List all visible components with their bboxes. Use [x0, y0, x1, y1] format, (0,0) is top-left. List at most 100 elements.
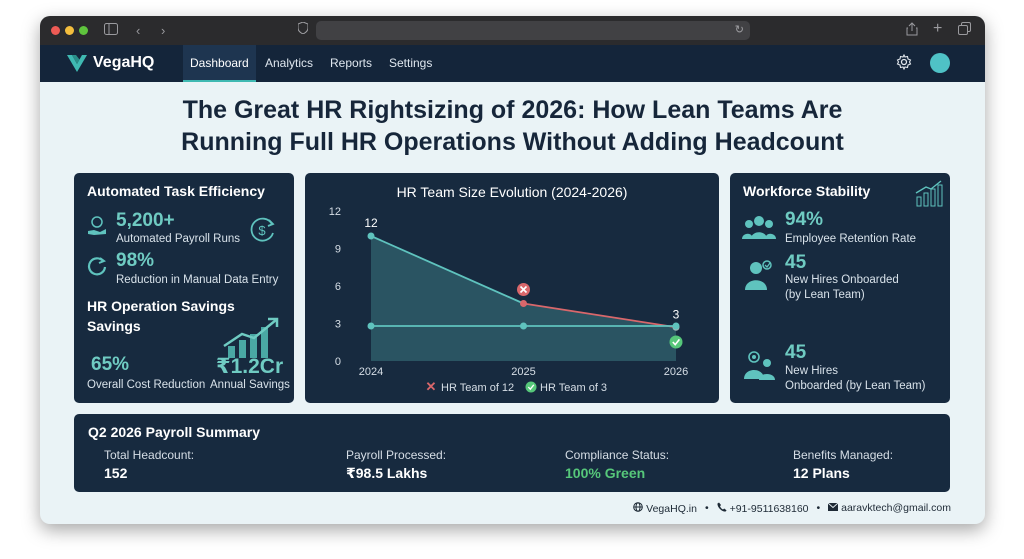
phone-icon — [717, 502, 727, 512]
vega-logo-icon — [67, 55, 87, 72]
new-tab-icon[interactable]: + — [933, 20, 942, 37]
dollar-cycle-icon: $ — [247, 215, 277, 250]
headcount-label: Total Headcount: — [104, 448, 195, 462]
benefits-label: Benefits Managed: — [793, 448, 894, 462]
share-icon[interactable] — [906, 22, 918, 40]
legend-check-icon — [525, 381, 537, 393]
data-label: 12 — [364, 216, 378, 230]
data-point-team-of-12 — [520, 300, 527, 307]
stability-card: Workforce Stability 94% Employee Retenti… — [730, 173, 950, 403]
payroll-runs-value: 5,200+ — [116, 210, 175, 231]
hires-secondary-label-2: Onboarded (by Lean Team) — [785, 380, 926, 392]
annual-savings-label: Annual Savings — [210, 379, 290, 391]
brand-logo[interactable]: VegaHQ — [66, 53, 154, 73]
compliance-label: Compliance Status: — [565, 448, 670, 462]
check-mark-icon — [669, 335, 683, 349]
separator: • — [704, 502, 709, 514]
forward-arrow-icon[interactable]: › — [161, 22, 165, 39]
data-point-team-of-12 — [367, 232, 375, 240]
address-bar[interactable]: ↻ — [297, 21, 750, 40]
y-tick-label: 9 — [335, 244, 341, 256]
back-arrow-icon[interactable]: ‹ — [136, 22, 140, 39]
sidebar-toggle-icon[interactable] — [104, 22, 118, 39]
shield-icon — [297, 21, 309, 37]
tabs-overview-icon[interactable] — [958, 22, 971, 39]
payroll-hand-icon — [86, 215, 108, 242]
headcount-value: 152 — [104, 465, 128, 481]
payroll-processed-label: Payroll Processed: — [346, 448, 447, 462]
reduction-label: Reduction in Manual Data Entry — [116, 274, 279, 286]
close-window-button[interactable] — [51, 26, 60, 35]
maximize-window-button[interactable] — [79, 26, 88, 35]
headline-line-1: The Great HR Rightsizing of 2026: How Le… — [182, 96, 843, 124]
y-tick-label: 3 — [335, 319, 341, 331]
hires-secondary-value: 45 — [785, 342, 807, 363]
stability-title: Workforce Stability — [743, 183, 871, 199]
minimize-window-button[interactable] — [65, 26, 74, 35]
mail-icon — [827, 502, 839, 511]
reload-icon[interactable]: ↻ — [735, 23, 744, 36]
browser-window: ‹ › ↻ + VegaHQ Dashboard Analytics Repor… — [40, 16, 985, 524]
savings-title-2: Savings — [87, 318, 141, 334]
page-headline: The Great HR Rightsizing of 2026: How Le… — [40, 94, 985, 158]
nav-dashboard[interactable]: Dashboard — [183, 45, 256, 82]
efficiency-card: Automated Task Efficiency 5,200+ Automat… — [74, 173, 294, 403]
phone-text: +91-9511638160 — [729, 503, 809, 515]
x-tick-label: 2025 — [511, 366, 535, 378]
y-tick-label: 6 — [335, 281, 341, 293]
efficiency-title: Automated Task Efficiency — [87, 183, 265, 199]
nav-reports[interactable]: Reports — [323, 45, 379, 82]
separator: • — [816, 502, 821, 514]
refresh-icon — [87, 256, 107, 281]
cost-reduction-label: Overall Cost Reduction — [87, 379, 206, 391]
retention-label: Employee Retention Rate — [785, 233, 917, 245]
team-group-icon — [742, 214, 776, 245]
y-tick-label: 0 — [335, 356, 341, 368]
payroll-summary-title: Q2 2026 Payroll Summary — [88, 424, 260, 440]
team-size-chart-card: HR Team Size Evolution (2024-2026) 0 3 6 9 12… — [305, 173, 719, 403]
benefits-value: 12 Plans — [793, 465, 850, 481]
payroll-summary-card: Q2 2026 Payroll Summary Total Headcount:… — [74, 414, 950, 492]
cost-reduction-value: 65% — [91, 354, 130, 375]
hires-secondary-label-1: New Hires — [785, 365, 839, 377]
svg-text:$: $ — [258, 223, 266, 238]
data-label: 3 — [673, 307, 680, 321]
hires-value: 45 — [785, 252, 807, 273]
headline-line-2: Running Full HR Operations Without Addin… — [181, 128, 844, 156]
app-navbar: VegaHQ Dashboard Analytics Reports Setti… — [40, 45, 985, 82]
legend-label-team-of-12: HR Team of 12 — [441, 382, 514, 394]
x-tick-label: 2026 — [664, 366, 688, 378]
x-tick-label: 2024 — [359, 366, 383, 378]
legend-label-team-of-3: HR Team of 3 — [540, 382, 607, 394]
retention-value: 94% — [785, 209, 824, 230]
nav-analytics[interactable]: Analytics — [258, 45, 320, 82]
savings-title: HR Operation Savings — [87, 298, 235, 314]
bar-chart-trend-icon — [914, 179, 944, 212]
data-point-team-of-3 — [520, 322, 527, 330]
compliance-value: 100% Green — [565, 465, 646, 481]
gear-icon[interactable] — [896, 53, 912, 75]
legend-x-icon: ✕ — [426, 379, 437, 394]
hires-label-1: New Hires Onboarded — [785, 274, 899, 286]
reduction-value: 98% — [116, 250, 155, 271]
brand-name: VegaHQ — [93, 54, 155, 71]
chart-title: HR Team Size Evolution (2024-2026) — [397, 184, 628, 200]
payroll-processed-value: ₹98.5 Lakhs — [346, 465, 428, 481]
contact-footer: VegaHQ.in • +91-9511638160 • aaravktech@… — [633, 502, 951, 515]
onboard-person-icon — [744, 259, 774, 296]
email-contact[interactable]: aaravktech@gmail.com — [827, 502, 951, 515]
globe-icon — [633, 502, 644, 512]
nav-settings[interactable]: Settings — [382, 45, 439, 82]
hires-label-2: (by Lean Team) — [785, 289, 865, 301]
website-text: VegaHQ.in — [646, 503, 697, 515]
website-contact[interactable]: VegaHQ.in — [633, 502, 697, 515]
annual-savings-value: ₹1.2Cr — [216, 355, 284, 378]
payroll-runs-label: Automated Payroll Runs — [116, 233, 241, 245]
data-point-team-of-3 — [672, 322, 680, 330]
data-point-team-of-3 — [367, 322, 375, 330]
browser-toolbar: ‹ › ↻ + — [40, 16, 985, 45]
series-area-team-of-12 — [371, 236, 676, 361]
phone-contact[interactable]: +91-9511638160 — [717, 502, 809, 515]
y-tick-label: 12 — [329, 206, 341, 218]
user-avatar[interactable] — [930, 53, 950, 73]
